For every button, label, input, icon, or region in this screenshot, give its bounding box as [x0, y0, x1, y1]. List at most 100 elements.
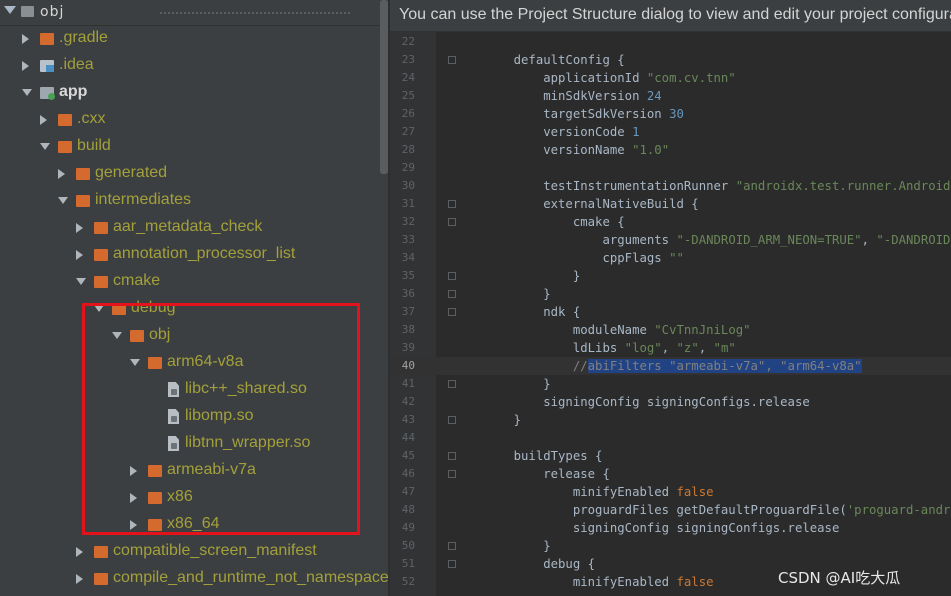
fold-marker-icon[interactable]	[448, 56, 456, 64]
code-line[interactable]: 27 versionCode 1	[390, 123, 951, 141]
code-line[interactable]: 50 }	[390, 537, 951, 555]
code-token: signingConfig signingConfigs.release	[484, 521, 840, 535]
code-line[interactable]: 36 }	[390, 285, 951, 303]
project-tree-header[interactable]: obj	[0, 0, 390, 26]
line-number: 28	[401, 143, 415, 156]
project-tree-panel: obj .gradle .idea app .cxx build generated int…	[0, 0, 390, 596]
code-token: moduleName	[484, 323, 655, 337]
expand-arrow-right-icon[interactable]	[76, 574, 83, 584]
code-line[interactable]: 22	[390, 33, 951, 51]
expand-arrow-down-icon[interactable]	[58, 197, 68, 204]
code-line[interactable]: 23 defaultConfig {	[390, 51, 951, 69]
code-text: cmake {	[484, 213, 625, 231]
tree-folder-item[interactable]: aar_metadata_check	[0, 215, 380, 242]
expand-arrow-right-icon[interactable]	[58, 169, 65, 179]
tree-folder-item[interactable]: compile_and_runtime_not_namespaced	[0, 566, 390, 593]
code-line[interactable]: 48 proguardFiles getDefaultProguardFile(…	[390, 501, 951, 519]
code-token: arguments	[484, 233, 677, 247]
code-token-str: "androidx.test.runner.AndroidJUnitRunner…	[735, 179, 951, 193]
tree-folder-item[interactable]: compatible_screen_manifest	[0, 539, 380, 566]
code-line[interactable]: 28 versionName "1.0"	[390, 141, 951, 159]
project-root-label[interactable]: obj	[40, 4, 64, 20]
code-line[interactable]: 46 release {	[390, 465, 951, 483]
code-line[interactable]: 39 ldLibs "log", "z", "m"	[390, 339, 951, 357]
tree-item-label: .gradle	[59, 29, 108, 46]
code-line[interactable]: 40 //abiFilters "armeabi-v7a", "arm64-v8…	[390, 357, 951, 375]
code-token: }	[484, 287, 551, 301]
code-line[interactable]: 32 cmake {	[390, 213, 951, 231]
fold-marker-icon[interactable]	[448, 470, 456, 478]
expand-arrow-right-icon[interactable]	[76, 250, 83, 260]
collapse-arrow-icon[interactable]	[4, 6, 16, 14]
tree-folder-item[interactable]: app	[0, 80, 380, 107]
code-text: applicationId "com.cv.tnn"	[484, 69, 736, 87]
code-token-str: "z"	[676, 341, 699, 355]
code-line[interactable]: 45 buildTypes {	[390, 447, 951, 465]
line-number: 51	[401, 557, 415, 570]
code-token: }	[484, 269, 581, 283]
line-number: 26	[401, 107, 415, 120]
fold-marker-icon[interactable]	[448, 380, 456, 388]
code-line[interactable]: 33 arguments "-DANDROID_ARM_NEON=TRUE", …	[390, 231, 951, 249]
code-line[interactable]: 43 }	[390, 411, 951, 429]
code-line[interactable]: 31 externalNativeBuild {	[390, 195, 951, 213]
code-token-str: "m"	[713, 341, 736, 355]
code-line[interactable]: 49 signingConfig signingConfigs.release	[390, 519, 951, 537]
code-token-str: "log"	[624, 341, 662, 355]
code-line[interactable]: 35 }	[390, 267, 951, 285]
fold-marker-icon[interactable]	[448, 290, 456, 298]
folder-icon	[76, 168, 90, 180]
code-line[interactable]: 41 }	[390, 375, 951, 393]
code-line[interactable]: 37 ndk {	[390, 303, 951, 321]
tree-folder-item[interactable]: .cxx	[0, 107, 380, 134]
code-text: }	[484, 375, 550, 393]
code-token-kw: false	[676, 575, 714, 589]
tree-folder-item[interactable]: intermediates	[0, 188, 380, 215]
code-line[interactable]: 25 minSdkVersion 24	[390, 87, 951, 105]
fold-marker-icon[interactable]	[448, 200, 456, 208]
expand-arrow-right-icon[interactable]	[22, 61, 29, 71]
code-token: ldLibs	[484, 341, 625, 355]
expand-arrow-down-icon[interactable]	[40, 143, 50, 150]
fold-marker-icon[interactable]	[448, 416, 456, 424]
code-text: minifyEnabled false	[484, 573, 714, 591]
code-line[interactable]: 44	[390, 429, 951, 447]
code-token-num: 1	[632, 125, 640, 139]
code-text: testInstrumentationRunner "androidx.test…	[484, 177, 951, 195]
expand-arrow-down-icon[interactable]	[76, 278, 86, 285]
code-line[interactable]: 34 cppFlags ""	[390, 249, 951, 267]
tree-folder-item[interactable]: build	[0, 134, 380, 161]
fold-marker-icon[interactable]	[448, 218, 456, 226]
code-editor[interactable]: You can use the Project Structure dialog…	[390, 0, 951, 596]
expand-arrow-right-icon[interactable]	[76, 223, 83, 233]
tree-folder-item[interactable]: .idea	[0, 53, 380, 80]
code-line[interactable]: 47 minifyEnabled false	[390, 483, 951, 501]
tree-folder-item[interactable]: cmake	[0, 269, 380, 296]
code-line[interactable]: 24 applicationId "com.cv.tnn"	[390, 69, 951, 87]
tree-folder-item[interactable]: generated	[0, 161, 380, 188]
expand-arrow-right-icon[interactable]	[22, 34, 29, 44]
code-line[interactable]: 42 signingConfig signingConfigs.release	[390, 393, 951, 411]
fold-marker-icon[interactable]	[448, 452, 456, 460]
code-line[interactable]: 38 moduleName "CvTnnJniLog"	[390, 321, 951, 339]
expand-arrow-right-icon[interactable]	[76, 547, 83, 557]
folder-icon	[40, 33, 54, 45]
line-number: 45	[401, 449, 415, 462]
tree-folder-item[interactable]: .gradle	[0, 26, 380, 53]
fold-marker-icon[interactable]	[448, 272, 456, 280]
code-line[interactable]: 26 targetSdkVersion 30	[390, 105, 951, 123]
line-number: 33	[401, 233, 415, 246]
code-line[interactable]: 30 testInstrumentationRunner "androidx.t…	[390, 177, 951, 195]
fold-marker-icon[interactable]	[448, 560, 456, 568]
expand-arrow-right-icon[interactable]	[40, 115, 47, 125]
project-structure-banner[interactable]: You can use the Project Structure dialog…	[390, 0, 951, 32]
code-line[interactable]: 29	[390, 159, 951, 177]
watermark-text: CSDN @AI吃大瓜	[778, 569, 901, 587]
tree-scrollbar[interactable]	[380, 0, 388, 174]
tree-folder-item[interactable]: annotation_processor_list	[0, 242, 380, 269]
expand-arrow-down-icon[interactable]	[22, 89, 32, 96]
code-token: targetSdkVersion	[484, 107, 670, 121]
fold-marker-icon[interactable]	[448, 308, 456, 316]
fold-marker-icon[interactable]	[448, 542, 456, 550]
